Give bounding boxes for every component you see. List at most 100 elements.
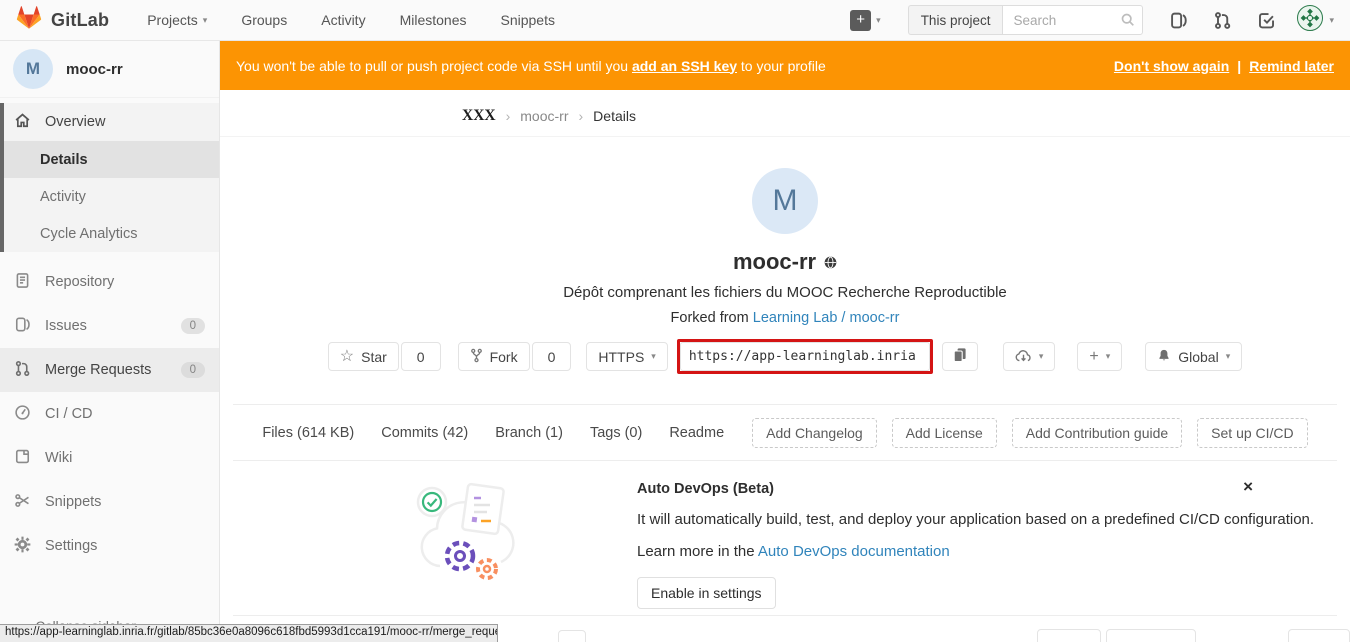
- auto-devops-doc-link[interactable]: Auto DevOps documentation: [758, 543, 950, 560]
- sidebar-item-issues[interactable]: Issues 0: [0, 304, 219, 348]
- sidebar-item-details[interactable]: Details: [4, 141, 219, 178]
- project-stats-row: Files (614 KB) Commits (42) Branch (1) T…: [220, 405, 1350, 460]
- devops-learn-line: Learn more in the Auto DevOps documentat…: [637, 543, 1314, 560]
- breadcrumb-current: Details: [593, 108, 636, 124]
- nav-snippets[interactable]: Snippets: [501, 12, 555, 28]
- navbar-icons: [1169, 11, 1276, 30]
- star-icon: ☆: [340, 349, 354, 365]
- plus-icon: +: [1089, 349, 1098, 365]
- add-changelog-button[interactable]: Add Changelog: [752, 418, 877, 448]
- gitlab-tanuki-icon: [16, 5, 42, 35]
- banner-actions: Don't show again | Remind later: [1114, 58, 1334, 74]
- devops-body: It will automatically build, test, and d…: [637, 511, 1314, 528]
- partial-button[interactable]: [558, 630, 586, 642]
- top-navbar: GitLab Projects▾ Groups Activity Milesto…: [0, 0, 1350, 41]
- gear-icon: [14, 536, 31, 557]
- add-ssh-key-link[interactable]: add an SSH key: [632, 58, 737, 74]
- copy-url-button[interactable]: [942, 342, 978, 371]
- partial-button[interactable]: [1106, 629, 1196, 642]
- protocol-dropdown[interactable]: HTTPS ▾: [586, 342, 667, 371]
- nav-projects[interactable]: Projects▾: [147, 12, 207, 28]
- sidebar-section-overview: Overview Details Activity Cycle Analytic…: [0, 103, 219, 252]
- dont-show-again-link[interactable]: Don't show again: [1114, 58, 1229, 74]
- devops-illustration: [408, 468, 530, 595]
- project-action-buttons: Add Changelog Add License Add Contributi…: [752, 418, 1308, 448]
- search-scope-label[interactable]: This project: [908, 5, 1003, 35]
- chevron-down-icon[interactable]: ▾: [876, 16, 881, 25]
- enable-in-settings-button[interactable]: Enable in settings: [637, 577, 776, 609]
- sidebar-item-merge-requests[interactable]: Merge Requests 0: [0, 348, 219, 392]
- sidebar-project-name: mooc-rr: [66, 61, 123, 78]
- close-icon[interactable]: ×: [1243, 478, 1253, 495]
- forked-from-link[interactable]: Learning Lab / mooc-rr: [753, 310, 900, 326]
- devops-title: Auto DevOps (Beta): [637, 481, 1314, 497]
- breadcrumb-root[interactable]: XXX: [462, 107, 496, 125]
- setup-cicd-button[interactable]: Set up CI/CD: [1197, 418, 1307, 448]
- divider: [233, 615, 1337, 616]
- scissors-icon: [14, 492, 31, 513]
- files-link[interactable]: Files (614 KB): [262, 425, 354, 441]
- sidebar-project-header[interactable]: M mooc-rr: [0, 41, 219, 98]
- branch-link[interactable]: Branch (1): [495, 425, 563, 441]
- search-group: This project: [908, 5, 1144, 35]
- star-count[interactable]: 0: [401, 342, 441, 371]
- user-menu[interactable]: ▾: [1297, 5, 1334, 36]
- merge-requests-icon: [14, 360, 31, 381]
- project-description: Dépôt comprenant les fichiers du MOOC Re…: [220, 284, 1350, 301]
- remind-later-link[interactable]: Remind later: [1249, 58, 1334, 74]
- sidebar-item-cycle-analytics[interactable]: Cycle Analytics: [4, 215, 219, 252]
- todos-icon[interactable]: [1257, 11, 1276, 30]
- search-icon: [1120, 12, 1136, 33]
- issues-icon[interactable]: [1169, 11, 1188, 30]
- create-new-dropdown[interactable]: + ▾: [1077, 342, 1122, 371]
- partial-button[interactable]: [1037, 629, 1101, 642]
- star-button[interactable]: ☆ Star: [328, 342, 399, 371]
- sidebar-item-overview[interactable]: Overview: [4, 103, 219, 141]
- sidebar-item-label: Overview: [45, 114, 105, 130]
- add-contribution-guide-button[interactable]: Add Contribution guide: [1012, 418, 1182, 448]
- commits-link[interactable]: Commits (42): [381, 425, 468, 441]
- sidebar-item-snippets[interactable]: Snippets: [0, 480, 219, 524]
- readme-link[interactable]: Readme: [669, 425, 724, 441]
- new-menu-button[interactable]: +: [850, 10, 871, 31]
- gitlab-logo[interactable]: GitLab: [16, 5, 109, 35]
- chevron-separator-icon: ›: [579, 108, 584, 124]
- sidebar-item-ci-cd[interactable]: CI / CD: [0, 392, 219, 436]
- cloud-download-icon: [1015, 348, 1032, 366]
- sidebar-item-repository[interactable]: Repository: [0, 260, 219, 304]
- project-sidebar: M mooc-rr Overview Details Activity Cycl…: [0, 41, 220, 642]
- pipe-separator: |: [1237, 58, 1241, 74]
- tags-link[interactable]: Tags (0): [590, 425, 642, 441]
- notification-dropdown[interactable]: Global ▾: [1145, 342, 1242, 371]
- user-avatar: [1297, 5, 1323, 36]
- sidebar-item-activity[interactable]: Activity: [4, 178, 219, 215]
- nav-activity[interactable]: Activity: [321, 12, 365, 28]
- auto-devops-banner: Auto DevOps (Beta) It will automatically…: [220, 461, 1350, 611]
- home-icon: [14, 112, 31, 133]
- fork-count[interactable]: 0: [532, 342, 572, 371]
- breadcrumb: XXX › mooc-rr › Details: [220, 90, 1350, 137]
- main-content: XXX › mooc-rr › Details M mooc-rr Dépôt …: [220, 90, 1350, 642]
- merge-requests-icon[interactable]: [1213, 11, 1232, 30]
- clone-url-input[interactable]: [680, 342, 930, 371]
- project-actions-row: ☆ Star 0 Fork 0 HTTPS ▾: [220, 339, 1350, 374]
- browser-status-bar: https://app-learninglab.inria.fr/gitlab/…: [0, 624, 498, 642]
- sidebar-item-settings[interactable]: Settings: [0, 524, 219, 568]
- forked-from-line: Forked from Learning Lab / mooc-rr: [220, 310, 1350, 326]
- partial-button[interactable]: [1288, 629, 1350, 642]
- sidebar-item-wiki[interactable]: Wiki: [0, 436, 219, 480]
- bell-icon: [1157, 348, 1171, 366]
- nav-groups[interactable]: Groups: [241, 12, 287, 28]
- download-dropdown[interactable]: ▾: [1003, 342, 1056, 371]
- breadcrumb-project[interactable]: mooc-rr: [520, 108, 568, 124]
- devops-text-block: Auto DevOps (Beta) It will automatically…: [637, 481, 1314, 609]
- chevron-down-icon: ▾: [651, 352, 656, 361]
- gauge-icon: [14, 404, 31, 425]
- primary-nav: Projects▾ Groups Activity Milestones Sni…: [147, 12, 555, 28]
- fork-button[interactable]: Fork: [458, 342, 530, 371]
- issues-count-badge: 0: [181, 318, 205, 334]
- project-avatar: M: [752, 168, 818, 234]
- add-license-button[interactable]: Add License: [892, 418, 997, 448]
- banner-message: You won't be able to pull or push projec…: [236, 58, 826, 74]
- nav-milestones[interactable]: Milestones: [400, 12, 467, 28]
